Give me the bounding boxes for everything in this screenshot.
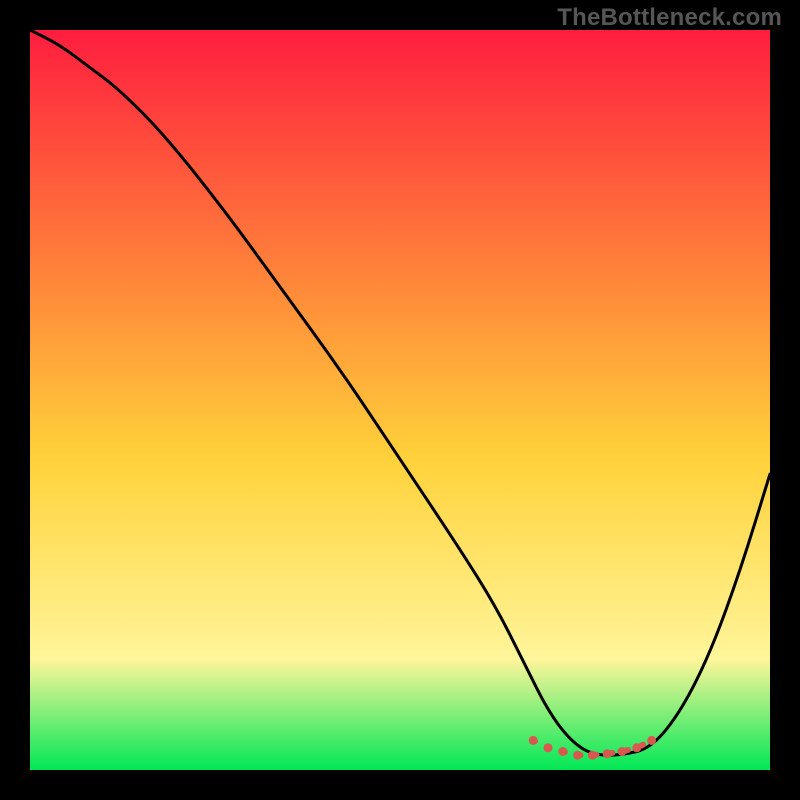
optimal-range-dot xyxy=(529,736,538,745)
optimal-range-dot xyxy=(558,747,567,756)
optimal-range-dot xyxy=(544,743,553,752)
gradient-background xyxy=(30,30,770,770)
optimal-range-dot xyxy=(632,743,641,752)
chart-svg xyxy=(30,30,770,770)
optimal-range-dot xyxy=(618,747,627,756)
chart-plot-area xyxy=(30,30,770,770)
chart-frame: TheBottleneck.com xyxy=(0,0,800,800)
optimal-range-dot xyxy=(573,751,582,760)
optimal-range-dot xyxy=(588,751,597,760)
watermark-text: TheBottleneck.com xyxy=(557,4,782,32)
optimal-range-dot xyxy=(647,736,656,745)
optimal-range-dot xyxy=(603,749,612,758)
